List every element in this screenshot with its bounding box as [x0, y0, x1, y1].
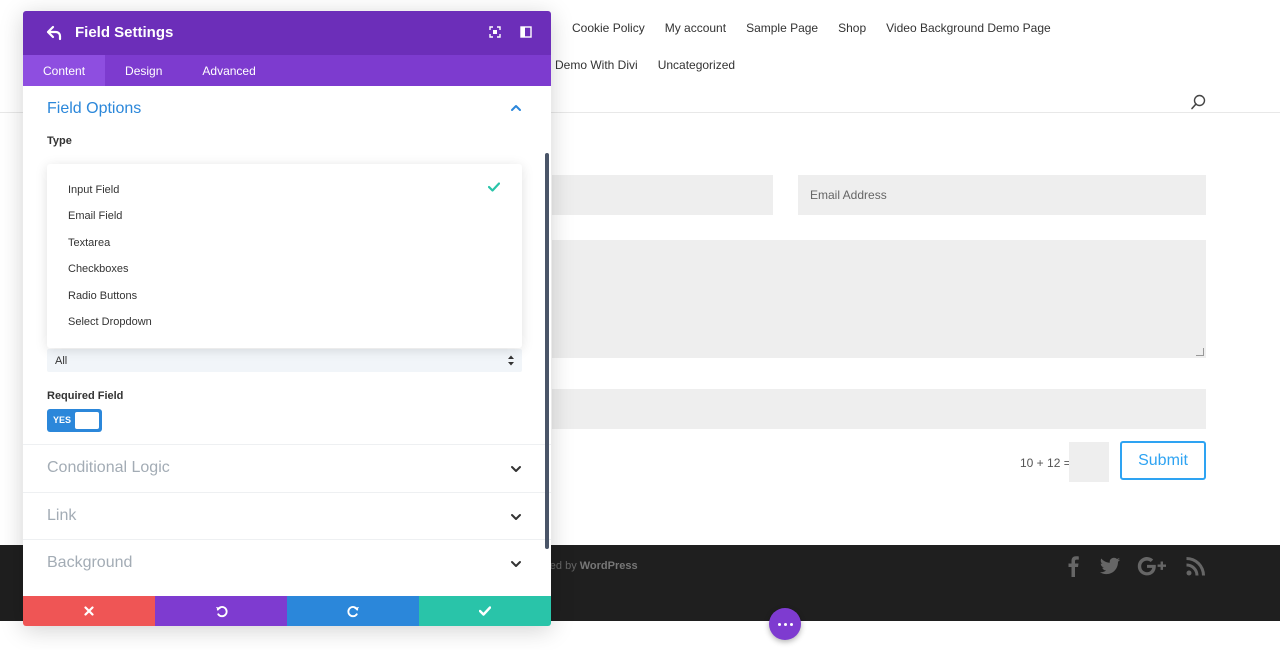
allowed-symbols-select[interactable]: All: [47, 349, 522, 372]
accordion-conditional-logic[interactable]: Conditional Logic: [23, 444, 551, 492]
toggle-state-label: YES: [53, 415, 72, 425]
close-icon: [84, 606, 94, 616]
nav-item-cookie-policy[interactable]: Cookie Policy: [572, 21, 645, 35]
google-plus-icon[interactable]: [1137, 555, 1169, 577]
captcha-question: 10 + 12 =: [1020, 456, 1071, 470]
submit-button[interactable]: Submit: [1120, 441, 1206, 480]
accordion-link[interactable]: Link: [23, 492, 551, 540]
allowed-symbols-value: All: [55, 355, 68, 367]
tab-design[interactable]: Design: [105, 55, 182, 86]
more-options-button[interactable]: [769, 608, 801, 640]
chevron-down-icon: [511, 466, 521, 472]
dot-icon: [777, 622, 781, 626]
email-field-placeholder: Email Address: [810, 188, 887, 202]
captcha-input[interactable]: [1069, 442, 1109, 482]
name-field[interactable]: [552, 175, 773, 215]
modal-footer: [23, 596, 551, 626]
twitter-icon[interactable]: [1099, 555, 1121, 577]
undo-icon: [215, 605, 228, 617]
tab-advanced[interactable]: Advanced: [182, 55, 275, 86]
option-select-dropdown[interactable]: Select Dropdown: [68, 316, 152, 328]
nav-item-my-account[interactable]: My account: [665, 21, 726, 35]
footer-credit: ered by WordPress: [540, 560, 638, 572]
nav-item-sample-page[interactable]: Sample Page: [746, 21, 818, 35]
nav-item-video-background[interactable]: Video Background Demo Page: [886, 21, 1051, 35]
save-button[interactable]: [419, 596, 551, 626]
back-arrow-icon[interactable]: [45, 24, 63, 42]
type-label: Type: [47, 135, 72, 147]
tab-content[interactable]: Content: [23, 55, 106, 86]
modal-scrollbar[interactable]: [545, 153, 549, 549]
chevron-down-icon: [511, 561, 521, 567]
modal-header: Field Settings: [23, 11, 551, 55]
dot-icon: [789, 622, 793, 626]
redo-icon: [346, 605, 359, 617]
accordion-title: Background: [47, 554, 133, 571]
required-field-label: Required Field: [47, 390, 124, 402]
discard-button[interactable]: [23, 596, 155, 626]
required-field-toggle[interactable]: YES: [47, 409, 102, 432]
modal-tabs: Content Design Advanced: [23, 55, 551, 86]
accordion-title: Conditional Logic: [47, 459, 170, 476]
option-textarea[interactable]: Textarea: [68, 237, 110, 249]
toggle-knob: [75, 412, 99, 429]
select-arrows-icon: [508, 355, 514, 366]
field-options-title[interactable]: Field Options: [47, 100, 141, 118]
field-settings-modal: Field Settings Content Design Advanced F…: [23, 11, 551, 626]
option-email-field[interactable]: Email Field: [68, 210, 122, 222]
message-field[interactable]: [552, 240, 1206, 358]
option-input-field[interactable]: Input Field: [68, 184, 119, 196]
rss-icon[interactable]: [1186, 555, 1206, 577]
checkmark-icon: [488, 182, 500, 192]
extra-field[interactable]: [552, 389, 1206, 429]
fullscreen-icon[interactable]: [489, 26, 501, 38]
modal-title: Field Settings: [75, 24, 174, 41]
sidebar-toggle-icon[interactable]: [520, 26, 532, 38]
undo-button[interactable]: [155, 596, 287, 626]
resize-grip-icon[interactable]: [1196, 348, 1204, 356]
nav-item-uncategorized[interactable]: Uncategorized: [658, 58, 735, 72]
option-checkboxes[interactable]: Checkboxes: [68, 263, 129, 275]
nav-item-demo-with-divi[interactable]: d Demo With Divi: [545, 58, 638, 72]
page: Cookie Policy My account Sample Page Sho…: [0, 0, 1280, 650]
modal-body: Field Options Type All Input Field Email…: [23, 86, 551, 596]
main-nav-row-1: Cookie Policy My account Sample Page Sho…: [572, 21, 1051, 35]
search-icon[interactable]: [1190, 94, 1206, 110]
checkmark-icon: [479, 606, 491, 616]
nav-item-shop[interactable]: Shop: [838, 21, 866, 35]
footer-credit-brand[interactable]: WordPress: [580, 560, 638, 572]
accordion-background[interactable]: Background: [23, 539, 551, 587]
dot-icon: [783, 622, 787, 626]
main-nav-row-2: d Demo With Divi Uncategorized: [545, 58, 735, 72]
accordion-title: Link: [47, 507, 77, 524]
chevron-up-icon[interactable]: [510, 103, 522, 113]
redo-button[interactable]: [287, 596, 419, 626]
facebook-icon[interactable]: [1066, 555, 1080, 577]
option-radio-buttons[interactable]: Radio Buttons: [68, 290, 137, 302]
email-field[interactable]: Email Address: [798, 175, 1206, 215]
type-dropdown-menu: Input Field Email Field Textarea Checkbo…: [47, 164, 522, 348]
chevron-down-icon: [511, 514, 521, 520]
